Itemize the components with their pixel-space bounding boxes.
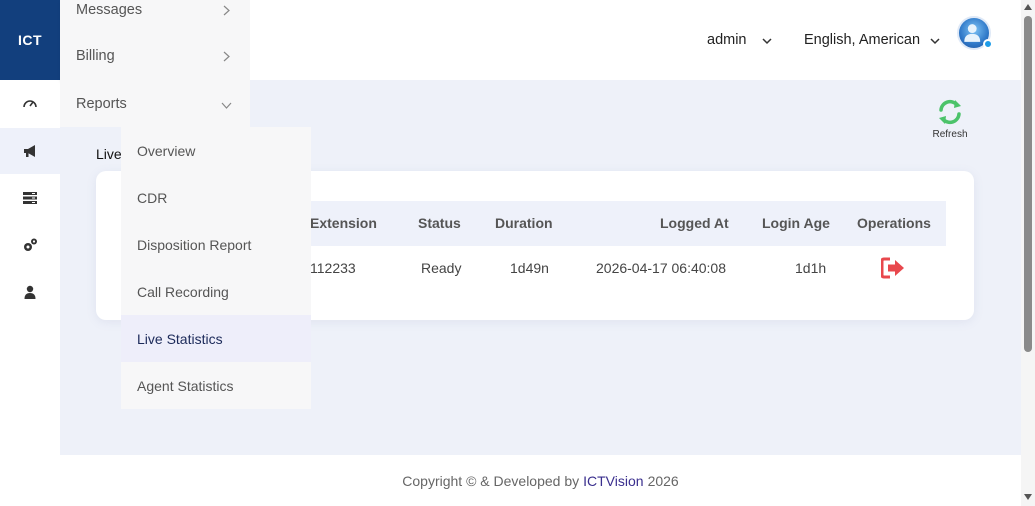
cell-duration: 1d49n [510, 260, 549, 276]
cell-login-age: 1d1h [795, 260, 827, 276]
refresh-label: Refresh [932, 129, 968, 140]
submenu-item-overview[interactable]: Overview [121, 127, 311, 174]
cell-logged-at: 2026-04-17 06:40:08 [596, 260, 726, 276]
app-logo[interactable]: ICT [0, 0, 60, 80]
footer-brand-link[interactable]: ICTVision [583, 473, 643, 489]
chevron-down-icon [221, 102, 232, 109]
chevron-down-icon[interactable] [929, 35, 941, 47]
cell-status: Ready [421, 260, 462, 276]
menu-item-billing[interactable]: Billing [76, 48, 115, 64]
submenu-item-cdr[interactable]: CDR [121, 174, 311, 221]
reports-submenu: Overview CDR Disposition Report Call Rec… [121, 127, 311, 409]
submenu-item-disposition-report[interactable]: Disposition Report [121, 221, 311, 268]
scroll-down-arrow-icon[interactable] [1024, 494, 1032, 500]
rail-settings[interactable] [0, 222, 60, 268]
col-login-age[interactable]: Login Age [762, 215, 830, 231]
dashboard-gauge-icon [23, 100, 37, 108]
user-menu-label[interactable]: admin [707, 32, 747, 48]
chevron-right-icon [223, 5, 230, 16]
col-logged-at[interactable]: Logged At [660, 215, 729, 231]
chevron-down-icon[interactable] [761, 35, 773, 47]
language-selector[interactable]: English, American [804, 32, 920, 48]
online-status-dot [983, 39, 993, 49]
page-scrollbar[interactable] [1021, 0, 1035, 506]
refresh-icon [939, 99, 961, 125]
table-header-row [310, 201, 946, 246]
server-list-icon [23, 192, 37, 204]
rail-servers[interactable] [0, 175, 60, 221]
footer: Copyright © & Developed by ICTVision 202… [60, 455, 1021, 506]
footer-year: 2026 [647, 472, 679, 489]
rail-dashboard[interactable] [0, 81, 60, 127]
col-status[interactable]: Status [418, 215, 461, 231]
cell-extension: 112233 [310, 260, 356, 276]
logout-icon[interactable] [881, 257, 905, 279]
menu-item-reports[interactable]: Reports [76, 96, 127, 112]
submenu-item-agent-statistics[interactable]: Agent Statistics [121, 362, 311, 409]
footer-copyright: Copyright © & Developed by [402, 472, 580, 489]
col-extension[interactable]: Extension [310, 215, 377, 231]
menu-item-messages[interactable]: Messages [76, 2, 142, 18]
chevron-right-icon [223, 51, 230, 62]
rail-campaigns[interactable] [0, 128, 60, 174]
left-rail: ICT [0, 0, 60, 506]
submenu-item-live-statistics[interactable]: Live Statistics [121, 315, 311, 362]
col-duration[interactable]: Duration [495, 215, 553, 231]
col-operations: Operations [857, 215, 931, 231]
rail-users[interactable] [0, 269, 60, 315]
scroll-thumb[interactable] [1024, 16, 1032, 352]
submenu-item-call-recording[interactable]: Call Recording [121, 268, 311, 315]
user-icon [24, 285, 36, 299]
page-title: Live [96, 146, 122, 162]
refresh-button[interactable]: Refresh [930, 98, 970, 142]
gears-icon [24, 238, 37, 251]
scroll-up-arrow-icon[interactable] [1024, 4, 1032, 10]
megaphone-icon [24, 145, 35, 157]
